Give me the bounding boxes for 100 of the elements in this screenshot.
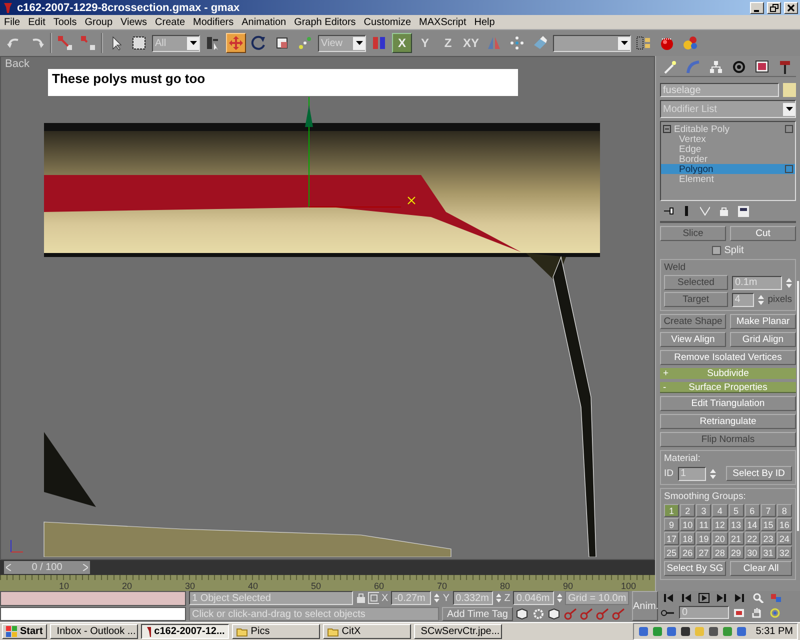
axis-button[interactable]: XY (461, 33, 481, 53)
panel-button[interactable]: Clear All (730, 561, 792, 576)
smoothing-group-button[interactable]: 23 (760, 532, 776, 545)
viewport[interactable]: Back These polys must go too (0, 56, 655, 560)
smoothing-group-button[interactable]: 24 (776, 532, 792, 545)
smoothing-group-button[interactable]: 19 (696, 532, 712, 545)
modifier-list-dropdown[interactable]: Modifier List (660, 100, 796, 118)
toolbar-dropdown[interactable]: View (318, 34, 366, 52)
menu-item[interactable]: Graph Editors (294, 16, 356, 28)
smoothing-group-button[interactable]: 9 (664, 518, 680, 531)
coordinate-field[interactable]: -0.27m (391, 591, 432, 605)
axis-button[interactable]: X (392, 33, 412, 53)
play-frame-icon[interactable] (697, 591, 711, 604)
menu-item[interactable]: Help (474, 16, 495, 28)
smoothing-group-button[interactable]: 8 (776, 504, 792, 517)
smoothing-group-button[interactable]: 26 (680, 546, 696, 559)
smoothing-group-button[interactable]: 13 (728, 518, 744, 531)
time-slider[interactable]: 0 / 100 (0, 560, 655, 575)
panel-button[interactable]: Edit Triangulation (660, 396, 796, 411)
smoothing-group-button[interactable]: 10 (680, 518, 696, 531)
prev-frame-icon[interactable] (679, 591, 693, 604)
square-icon[interactable] (785, 165, 793, 173)
menu-item[interactable]: Views (120, 16, 148, 28)
animate-button[interactable]: Anim. (632, 591, 658, 621)
smoothing-group-button[interactable]: 31 (760, 546, 776, 559)
lock-icon[interactable] (356, 592, 365, 604)
object-name-field[interactable]: fuselage (660, 83, 779, 97)
current-frame-field[interactable]: 0 (679, 606, 729, 619)
hand-icon[interactable] (751, 606, 763, 618)
smoothing-group-button[interactable]: 2 (680, 504, 696, 517)
menu-item[interactable]: Group (84, 16, 113, 28)
caret-icon[interactable] (620, 41, 628, 45)
smoothing-group-button[interactable]: 6 (744, 504, 760, 517)
next-frame-icon[interactable] (715, 591, 729, 604)
menu-item[interactable]: Tools (53, 16, 77, 28)
panel-button[interactable]: Remove Isolated Vertices (660, 350, 796, 365)
smoothing-group-button[interactable]: 29 (728, 546, 744, 559)
move-tool-icon[interactable] (226, 33, 246, 53)
coordinate-field[interactable]: 0.046m (513, 591, 554, 605)
caret-icon[interactable] (356, 41, 362, 45)
square-icon[interactable] (785, 125, 793, 133)
restore-button[interactable] (767, 2, 781, 14)
pin-icon[interactable] (664, 206, 674, 216)
panel-button[interactable]: View Align (660, 332, 726, 347)
taskbar-button[interactable]: CitX (322, 624, 411, 639)
funnel-icon[interactable] (700, 206, 710, 216)
smoothing-group-button[interactable]: 16 (776, 518, 792, 531)
smoothing-group-button[interactable]: 22 (744, 532, 760, 545)
last-frame-icon[interactable] (733, 591, 747, 604)
smoothing-group-button[interactable]: 17 (664, 532, 680, 545)
start-button[interactable]: Start (2, 624, 47, 639)
sub-object-item[interactable]: Polygon (661, 164, 795, 174)
menu-item[interactable]: File (4, 16, 20, 28)
stack-item[interactable]: Editable Poly (661, 124, 795, 134)
first-frame-icon[interactable] (661, 591, 675, 604)
spinner-icon[interactable] (710, 468, 716, 480)
panel-button[interactable]: Retriangulate (660, 414, 796, 429)
lock-icon[interactable] (720, 206, 728, 216)
taskbar-button[interactable]: SCwServCtr.jpe... (414, 624, 502, 639)
spinner-icon[interactable] (496, 592, 502, 604)
smoothing-group-button[interactable]: 27 (696, 546, 712, 559)
smoothing-group-button[interactable]: 11 (696, 518, 712, 531)
viewport-label[interactable]: Back (5, 58, 30, 70)
scrollbar[interactable] (797, 281, 799, 531)
smoothing-group-button[interactable]: 32 (776, 546, 792, 559)
cube-icon[interactable] (516, 608, 529, 620)
close-button[interactable] (784, 2, 798, 14)
caret-icon[interactable] (190, 41, 196, 45)
add-time-tag-button[interactable]: Add Time Tag (442, 607, 513, 621)
script-listener-field[interactable] (0, 591, 186, 606)
panel-button[interactable]: Make Planar (730, 314, 796, 329)
toolbar-dropdown[interactable] (553, 34, 631, 52)
menu-item[interactable]: Create (155, 16, 186, 28)
smoothing-group-button[interactable]: 18 (680, 532, 696, 545)
bar-icon[interactable] (684, 206, 690, 216)
smoothing-group-button[interactable]: 15 (760, 518, 776, 531)
material-id-field[interactable]: 1 (678, 466, 706, 480)
restore-icon[interactable] (770, 4, 778, 12)
menu-item[interactable]: Customize (364, 16, 412, 28)
minimize-button[interactable] (750, 2, 764, 14)
smoothing-group-button[interactable]: 28 (712, 546, 728, 559)
spinner-icon[interactable] (556, 592, 562, 604)
panel-button[interactable]: Grid Align (730, 332, 796, 347)
minus-box-icon[interactable] (663, 125, 671, 133)
coordinate-field[interactable]: 0.332m (452, 591, 493, 605)
sub-object-item[interactable]: Edge (661, 144, 795, 154)
smoothing-group-button[interactable]: 1 (664, 504, 680, 517)
track-bar[interactable]: 10 20 30 40 50 60 70 80 90 100 (0, 575, 655, 591)
menu-item[interactable]: MAXScript (419, 16, 466, 28)
unlink-tool-icon[interactable] (78, 33, 98, 53)
panel-button[interactable]: Select By SG (664, 561, 726, 576)
smoothing-group-button[interactable]: 5 (728, 504, 744, 517)
menu-item[interactable]: Edit (28, 16, 46, 28)
taskbar-button[interactable]: Inbox - Outlook ... (50, 624, 138, 639)
axis-button[interactable]: Z (438, 33, 458, 53)
axis-button[interactable]: Y (415, 33, 435, 53)
taskbar-button[interactable]: Pics (232, 624, 320, 639)
smoothing-group-button[interactable]: 20 (712, 532, 728, 545)
tray-icon[interactable] (680, 626, 691, 637)
sub-object-item[interactable]: Vertex (661, 134, 795, 144)
